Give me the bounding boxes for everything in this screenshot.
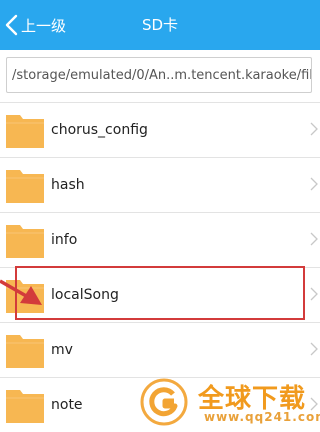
- chevron-right-icon: [310, 122, 318, 136]
- folder-icon: [6, 225, 44, 258]
- chevron-right-icon: [310, 342, 318, 356]
- folder-icon: [6, 115, 44, 148]
- folder-row-chorus-config[interactable]: chorus_config: [0, 102, 320, 157]
- folder-row-mv[interactable]: mv: [0, 322, 320, 377]
- folder-row-info[interactable]: info: [0, 212, 320, 267]
- folder-list: chorus_config hash info localSong mv not…: [0, 102, 320, 432]
- folder-name: note: [51, 397, 83, 413]
- folder-icon: [6, 390, 44, 423]
- folder-name: mv: [51, 342, 73, 358]
- folder-row-localsong[interactable]: localSong: [0, 267, 320, 322]
- path-bar: /storage/emulated/0/An..m.tencent.karaok…: [0, 50, 320, 102]
- folder-icon: [6, 170, 44, 203]
- chevron-right-icon: [310, 287, 318, 301]
- folder-name: chorus_config: [51, 122, 148, 138]
- app-header: 上一级 SD卡: [0, 0, 320, 50]
- folder-name: localSong: [51, 287, 119, 303]
- folder-name: info: [51, 232, 78, 248]
- path-field[interactable]: /storage/emulated/0/An..m.tencent.karaok…: [6, 57, 312, 93]
- page-title: SD卡: [141, 16, 179, 34]
- folder-icon: [6, 335, 44, 368]
- chevron-right-icon: [310, 177, 318, 191]
- folder-icon: [6, 280, 44, 313]
- chevron-right-icon: [310, 397, 318, 411]
- folder-row-hash[interactable]: hash: [0, 157, 320, 212]
- folder-row-note[interactable]: note: [0, 377, 320, 432]
- folder-name: hash: [51, 177, 85, 193]
- chevron-right-icon: [310, 232, 318, 246]
